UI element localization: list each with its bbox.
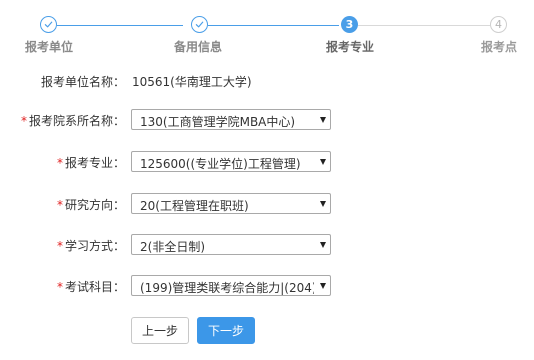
required-marker: *	[56, 156, 63, 170]
caret-down-icon	[320, 117, 326, 123]
major-select[interactable]: 125600((专业学位)工程管理)	[131, 151, 331, 172]
required-marker: *	[20, 114, 27, 128]
subjects-select[interactable]: (199)管理类联考综合能力|(204)英	[131, 275, 331, 296]
progress-stepper: 3 4 报考单位 备用信息 报考专业 报考点	[0, 0, 534, 62]
step-connector-2	[208, 25, 339, 26]
department-select[interactable]: 130(工商管理学院MBA中心)	[131, 109, 331, 130]
caret-down-icon	[320, 242, 326, 248]
direction-select-value: 20(工程管理在职班)	[140, 199, 249, 213]
unit-value: 10561(华南理工大学)	[132, 75, 252, 89]
step-1-check-icon	[40, 16, 57, 33]
caret-down-icon	[320, 201, 326, 207]
study-mode-select[interactable]: 2(非全日制)	[131, 234, 331, 255]
next-step-button[interactable]: 下一步	[197, 317, 255, 344]
required-marker: *	[56, 239, 63, 253]
department-label: * 报考院系所名称：	[20, 114, 125, 128]
form-row-subjects: * 考试科目： (199)管理类联考综合能力|(204)英	[0, 275, 534, 297]
step-2-check-icon	[191, 16, 208, 33]
direction-label: * 研究方向：	[56, 198, 125, 212]
step-2-label: 备用信息	[174, 40, 223, 54]
check-icon	[195, 21, 204, 28]
prev-step-button[interactable]: 上一步	[131, 317, 189, 344]
caret-down-icon	[320, 159, 326, 165]
step-4-number: 4	[490, 16, 507, 33]
department-select-value: 130(工商管理学院MBA中心)	[140, 115, 296, 129]
subjects-label: * 考试科目：	[56, 280, 125, 294]
study-mode-label: * 学习方式：	[56, 239, 125, 253]
major-label: * 报考专业：	[56, 156, 125, 170]
step-3-number: 3	[341, 16, 358, 33]
required-marker: *	[56, 198, 63, 212]
subjects-select-value: (199)管理类联考综合能力|(204)英	[140, 281, 314, 295]
check-icon	[44, 21, 53, 28]
step-3-label: 报考专业	[326, 40, 375, 54]
major-select-value: 125600((专业学位)工程管理)	[140, 157, 301, 171]
direction-select[interactable]: 20(工程管理在职班)	[131, 193, 331, 214]
step-4-label: 报考点	[481, 40, 518, 54]
caret-down-icon	[320, 283, 326, 289]
required-marker: *	[56, 280, 63, 294]
step-connector-3	[358, 25, 490, 26]
form-row-unit: 报考单位名称： 10561(华南理工大学)	[0, 70, 534, 92]
form-row-department: * 报考院系所名称： 130(工商管理学院MBA中心)	[0, 109, 534, 131]
study-mode-select-value: 2(非全日制)	[140, 240, 205, 254]
form-row-direction: * 研究方向： 20(工程管理在职班)	[0, 193, 534, 215]
form-row-study-mode: * 学习方式： 2(非全日制)	[0, 234, 534, 256]
form-row-major: * 报考专业： 125600((专业学位)工程管理)	[0, 151, 534, 173]
step-connector-1	[57, 25, 183, 26]
step-1-label: 报考单位	[25, 40, 74, 54]
unit-label: 报考单位名称：	[40, 75, 125, 89]
